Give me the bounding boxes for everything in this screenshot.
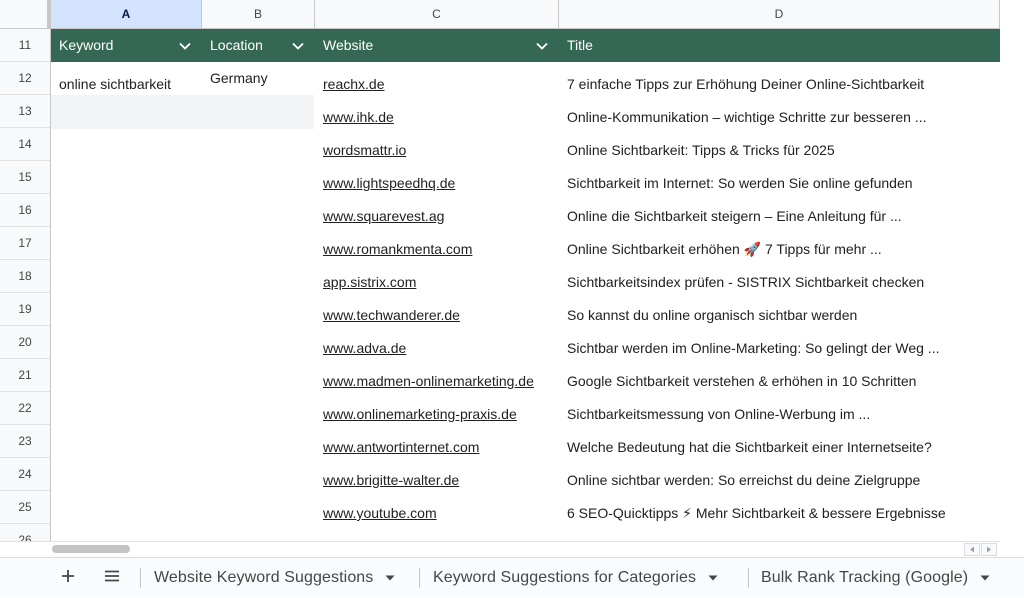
- website-link[interactable]: www.lightspeedhq.de: [315, 161, 559, 194]
- website-link[interactable]: www.madmen-onlinemarketing.de: [315, 359, 559, 392]
- caret-down-icon[interactable]: [385, 575, 395, 581]
- row-header[interactable]: 23: [0, 425, 50, 458]
- website-link[interactable]: wordsmattr.io: [315, 128, 559, 161]
- plus-icon: [61, 569, 75, 588]
- website-link[interactable]: www.ihk.de: [315, 95, 559, 128]
- chevron-down-icon[interactable]: [535, 29, 549, 62]
- row-header[interactable]: 13: [0, 95, 50, 128]
- website-link[interactable]: www.brigitte-walter.de: [315, 458, 559, 491]
- header-cell-website[interactable]: Website: [315, 29, 559, 62]
- website-link[interactable]: reachx.de: [315, 62, 559, 95]
- sheet-tab-bulk-rank-tracking[interactable]: Bulk Rank Tracking (Google): [761, 558, 990, 598]
- title-cell[interactable]: Welche Bedeutung hat die Sichtbarkeit ei…: [559, 425, 1000, 458]
- row-header[interactable]: 11: [0, 29, 50, 62]
- row-header[interactable]: 22: [0, 392, 50, 425]
- sheet-tab-bar: Website Keyword Suggestions Keyword Sugg…: [0, 557, 1024, 597]
- website-link[interactable]: www.antwortinternet.com: [315, 425, 559, 458]
- chevron-down-icon[interactable]: [291, 29, 305, 62]
- row-header[interactable]: 21: [0, 359, 50, 392]
- header-keyword-label: Keyword: [59, 37, 114, 53]
- cell-location[interactable]: Germany: [202, 62, 315, 95]
- column-header-c[interactable]: C: [315, 0, 559, 28]
- horizontal-scrollbar[interactable]: [0, 541, 1000, 557]
- title-cell[interactable]: Sichtbarkeitsmessung von Online-Werbung …: [559, 392, 1000, 425]
- header-location-label: Location: [210, 37, 263, 53]
- title-cell[interactable]: Sichtbarkeitsindex prüfen - SISTRIX Sich…: [559, 260, 1000, 293]
- menu-icon: [104, 569, 120, 587]
- sheet-tab-website-keyword-suggestions[interactable]: Website Keyword Suggestions: [154, 558, 395, 598]
- header-title-label: Title: [567, 37, 593, 53]
- title-cell[interactable]: Sichtbarkeit im Internet: So werden Sie …: [559, 161, 1000, 194]
- sheet-tab-keyword-suggestions-for-categories[interactable]: Keyword Suggestions for Categories: [433, 558, 718, 598]
- header-cell-location[interactable]: Location: [202, 29, 315, 62]
- column-header-row: A B C D: [0, 0, 1000, 29]
- website-link[interactable]: www.onlinemarketing-praxis.de: [315, 392, 559, 425]
- title-cell[interactable]: 6 SEO-Quicktipps ⚡ Mehr Sichtbarkeit & b…: [559, 491, 1000, 524]
- title-cell[interactable]: Online sichtbar werden: So erreichst du …: [559, 458, 1000, 491]
- sheet-tab-label: Keyword Suggestions for Categories: [433, 569, 697, 586]
- title-cell[interactable]: Online Sichtbarkeit: Tipps & Tricks für …: [559, 128, 1000, 161]
- row-header[interactable]: 25: [0, 491, 50, 524]
- row-header[interactable]: 19: [0, 293, 50, 326]
- horizontal-scroll-thumb[interactable]: [52, 545, 130, 553]
- chevron-down-icon[interactable]: [178, 29, 192, 62]
- website-link[interactable]: www.squarevest.ag: [315, 194, 559, 227]
- website-link[interactable]: www.adva.de: [315, 326, 559, 359]
- scroll-left-arrow[interactable]: [964, 543, 980, 556]
- header-website-label: Website: [323, 37, 374, 53]
- row-header[interactable]: 12: [0, 62, 50, 95]
- column-header-d[interactable]: D: [559, 0, 1000, 28]
- tab-divider: [140, 568, 141, 588]
- sheet-tab-label: Website Keyword Suggestions: [154, 569, 374, 586]
- title-cell[interactable]: Online-Kommunikation – wichtige Schritte…: [559, 95, 1000, 128]
- row-header[interactable]: 14: [0, 128, 50, 161]
- column-header-b[interactable]: B: [202, 0, 315, 28]
- caret-down-icon[interactable]: [708, 575, 718, 581]
- row-header[interactable]: 20: [0, 326, 50, 359]
- tab-divider: [748, 568, 749, 588]
- header-cell-keyword[interactable]: Keyword: [51, 29, 202, 62]
- table-body: online sichtbarkeit Germany reachx.de 7 e…: [51, 62, 1000, 541]
- spreadsheet-grid: A B C D 11 12 13 14 15 16 17 18 19 20 21 22 23 24 25 26…: [0, 0, 1000, 541]
- tab-divider: [419, 568, 420, 588]
- title-cell[interactable]: Online Sichtbarkeit erhöhen 🚀 7 Tipps fü…: [559, 227, 1000, 260]
- row-header[interactable]: 15: [0, 161, 50, 194]
- caret-down-icon[interactable]: [980, 575, 990, 581]
- row-header[interactable]: 17: [0, 227, 50, 260]
- title-cell[interactable]: Google Sichtbarkeit verstehen & erhöhen …: [559, 359, 1000, 392]
- website-link[interactable]: www.youtube.com: [315, 491, 559, 524]
- cell-keyword[interactable]: online sichtbarkeit: [51, 62, 202, 106]
- table-header-row: Keyword Location Website Title: [51, 29, 1000, 62]
- row-header[interactable]: 16: [0, 194, 50, 227]
- row-header[interactable]: 26: [0, 524, 50, 541]
- column-header-a[interactable]: A: [51, 0, 202, 28]
- title-cell[interactable]: 7 einfache Tipps zur Erhöhung Deiner Onl…: [559, 62, 1000, 95]
- title-cell[interactable]: Online die Sichtbarkeit steigern – Eine …: [559, 194, 1000, 227]
- all-sheets-button[interactable]: [100, 558, 124, 598]
- scroll-right-arrow[interactable]: [981, 543, 997, 556]
- row-header[interactable]: 18: [0, 260, 50, 293]
- add-sheet-button[interactable]: [56, 558, 80, 598]
- select-all-corner[interactable]: [0, 0, 51, 28]
- website-link[interactable]: www.romankmenta.com: [315, 227, 559, 260]
- website-link[interactable]: www.techwanderer.de: [315, 293, 559, 326]
- header-cell-title[interactable]: Title: [559, 29, 1000, 62]
- title-cell[interactable]: Sichtbar werden im Online-Marketing: So …: [559, 326, 1000, 359]
- title-cell[interactable]: So kannst du online organisch sichtbar w…: [559, 293, 1000, 326]
- row-header-column: 11 12 13 14 15 16 17 18 19 20 21 22 23 24 25 26: [0, 29, 51, 541]
- row-header[interactable]: 24: [0, 458, 50, 491]
- sheet-tab-label: Bulk Rank Tracking (Google): [761, 569, 969, 586]
- website-link[interactable]: app.sistrix.com: [315, 260, 559, 293]
